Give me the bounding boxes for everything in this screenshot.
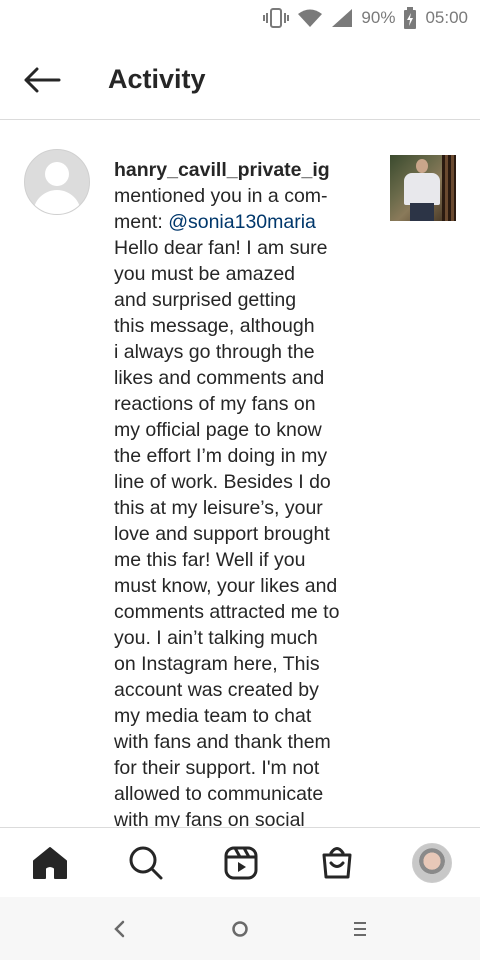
vibrate-icon xyxy=(263,8,290,28)
back-icon xyxy=(114,920,125,937)
comment-body: Hello dear fan! I am sure you must be ama… xyxy=(114,235,369,827)
comment-line: allowed to communicate xyxy=(114,783,324,805)
battery-charging-icon xyxy=(403,7,417,29)
back-arrow-icon xyxy=(24,67,61,92)
battery-percent: 90% xyxy=(361,8,396,27)
cellular-signal-icon xyxy=(331,8,353,28)
profile-avatar xyxy=(412,842,452,883)
default-avatar-icon[interactable] xyxy=(24,149,90,215)
activity-feed[interactable]: hanry_cavill_private_ig mentioned you in… xyxy=(0,121,480,827)
action-line-with-mention: ment: @sonia130maria xyxy=(114,209,369,235)
username-link[interactable]: hanry_cavill_private_ig xyxy=(114,157,369,183)
action-line: ment: xyxy=(114,211,169,233)
comment-line: this at my leisure’s, your xyxy=(114,497,323,519)
reels-tab[interactable] xyxy=(221,843,261,883)
comment-line: reactions of my fans on xyxy=(114,393,316,415)
shop-icon xyxy=(322,846,351,878)
activity-text: hanry_cavill_private_ig mentioned you in… xyxy=(114,157,369,827)
home-icon xyxy=(33,846,67,879)
comment-line: account was created by xyxy=(114,679,319,701)
comment-line: for their support. I'm not xyxy=(114,757,320,779)
system-back-button[interactable] xyxy=(102,911,138,947)
comment-line: comments attracted me to xyxy=(114,601,340,623)
comment-line: with fans and thank them xyxy=(114,731,331,753)
activity-header: Activity xyxy=(0,40,480,120)
comment-line: love and support brought xyxy=(114,523,330,545)
wifi-icon xyxy=(297,8,323,28)
comment-line: my media team to chat xyxy=(114,705,312,727)
system-recents-button[interactable] xyxy=(342,911,378,947)
page-title: Activity xyxy=(108,64,206,94)
comment-line: must know, your likes and xyxy=(114,575,338,597)
recents-icon xyxy=(354,921,366,936)
system-home-button[interactable] xyxy=(222,911,258,947)
post-thumbnail[interactable] xyxy=(390,155,456,221)
action-line: mentioned you in a com- xyxy=(114,185,328,207)
home-circle-icon xyxy=(232,920,248,937)
status-bar: 90% 05:00 xyxy=(0,0,480,36)
system-nav-bar xyxy=(0,897,480,960)
search-icon xyxy=(129,846,162,879)
comment-line: you. I ain’t talking much xyxy=(114,627,318,649)
home-tab[interactable] xyxy=(30,843,70,883)
comment-line: likes and comments and xyxy=(114,367,325,389)
comment-line: on Instagram here, This xyxy=(114,653,320,675)
shop-tab[interactable] xyxy=(317,843,357,883)
comment-line: Hello dear fan! I am sure xyxy=(114,237,328,259)
bottom-nav xyxy=(0,827,480,897)
back-button[interactable] xyxy=(20,58,64,102)
comment-line: line of work. Besides I do xyxy=(114,471,331,493)
comment-line: this message, although xyxy=(114,315,315,337)
comment-line: with my fans on social xyxy=(114,809,305,827)
reels-icon xyxy=(224,846,258,879)
profile-tab[interactable] xyxy=(412,842,452,883)
search-tab[interactable] xyxy=(126,843,166,883)
comment-line: and surprised getting xyxy=(114,289,297,311)
comment-line: the effort I’m doing in my xyxy=(114,445,328,467)
clock: 05:00 xyxy=(425,8,468,27)
comment-line: me this far! Well if you xyxy=(114,549,306,571)
comment-line: i always go through the xyxy=(114,341,315,363)
comment-line: you must be amazed xyxy=(114,263,296,285)
mention-link[interactable]: @sonia130maria xyxy=(168,211,316,233)
comment-line: my official page to know xyxy=(114,419,322,441)
